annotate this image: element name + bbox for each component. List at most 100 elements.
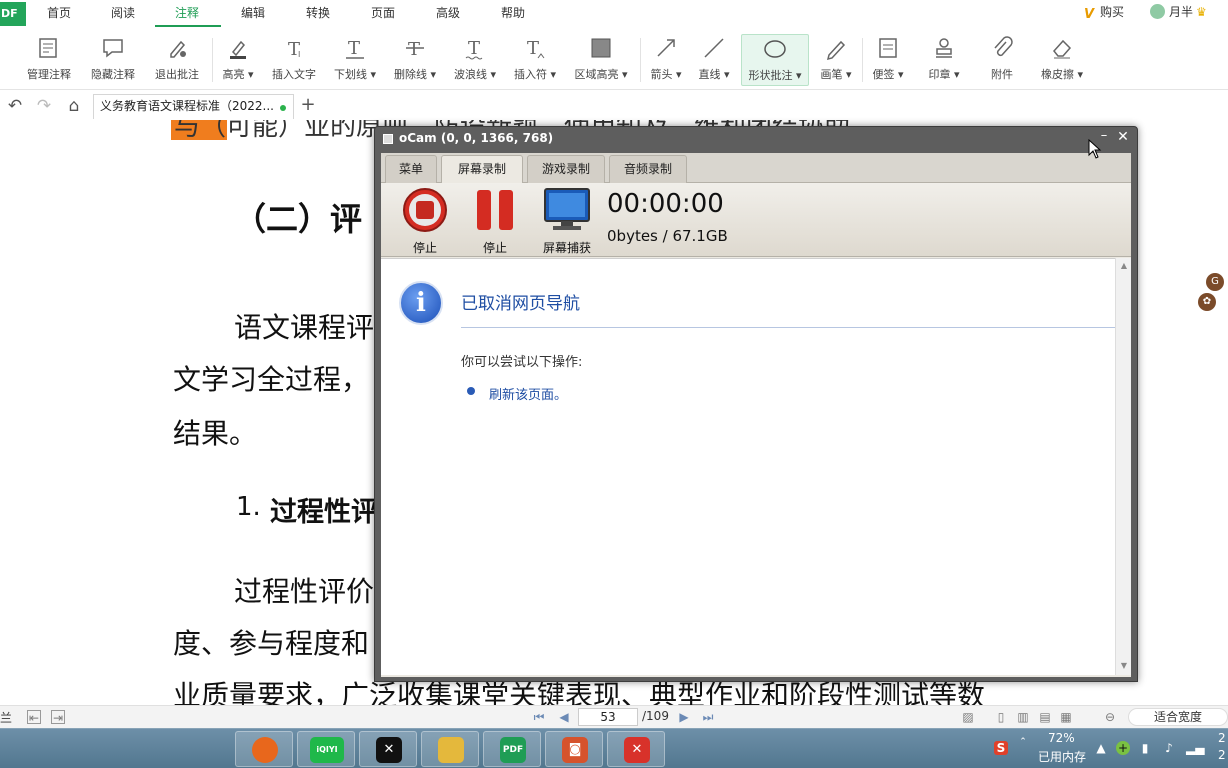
menu-read[interactable]: 阅读 — [100, 0, 146, 28]
menu-page[interactable]: 页面 — [360, 0, 406, 28]
menu-advanced[interactable]: 高级 — [425, 0, 471, 28]
single-page-icon[interactable]: ▯ — [994, 710, 1008, 724]
record-stop-button[interactable]: 停止 — [401, 187, 449, 256]
document-tab[interactable]: 义务教育语文课程标准（2022... — [93, 94, 294, 119]
folder-icon — [438, 737, 464, 763]
sticky-note-button[interactable]: 便签 ▾ — [868, 34, 908, 86]
menu-home[interactable]: 首页 — [36, 0, 82, 28]
float-widget-icon[interactable]: ✿ — [1198, 293, 1216, 311]
menu-annotate[interactable]: 注释 — [164, 0, 210, 28]
file-explorer-taskbar-button[interactable] — [421, 731, 479, 767]
pdf-editor-taskbar-button[interactable]: PDF — [483, 731, 541, 767]
scroll-down-icon[interactable]: ▼ — [1118, 660, 1130, 672]
device-icon[interactable]: ▮ — [1138, 741, 1152, 755]
float-widget-icon[interactable]: G — [1206, 273, 1224, 291]
memory-percent: 72% — [1048, 731, 1075, 745]
strikethrough-button[interactable]: T 删除线 ▾ — [390, 34, 440, 86]
next-page-icon[interactable]: ▶ — [677, 710, 691, 724]
last-page-icon[interactable]: ⏭ — [701, 710, 715, 724]
status-bar: 兰 ⇤ ⇥ ⏮ ◀ 53 /109 ▶ ⏭ ▨ ▯ ▥ ▤ ▦ ⊖ 适合宽度 — [0, 705, 1228, 728]
prev-page-icon[interactable]: ◀ — [557, 710, 571, 724]
area-highlight-button[interactable]: 区域高亮 ▾ — [570, 34, 632, 86]
user-account[interactable]: 月半 ♛ — [1150, 3, 1207, 21]
underline-button[interactable]: T 下划线 ▾ — [330, 34, 380, 86]
add-icon[interactable]: + — [1116, 741, 1130, 755]
sidebar-toggle-label[interactable]: 兰 — [0, 709, 12, 726]
capcut-taskbar-button[interactable]: ✕ — [359, 731, 417, 767]
unsaved-dot — [280, 105, 286, 111]
network-icon[interactable]: ▂▄ — [1186, 741, 1204, 755]
svg-text:T: T — [408, 39, 420, 60]
screen-capture-icon — [544, 188, 590, 230]
line-button[interactable]: 直线 ▾ — [694, 34, 734, 86]
eraser-button[interactable]: 橡皮擦 ▾ — [1036, 34, 1088, 86]
ocam-taskbar-button[interactable]: ◙ — [545, 731, 603, 767]
wps-icon: ✕ — [624, 737, 650, 763]
continuous-page-icon[interactable]: ▤ — [1038, 710, 1052, 724]
title-divider — [461, 327, 1115, 328]
tray-chevron-icon[interactable]: ⌃ — [1016, 735, 1030, 749]
menu-convert[interactable]: 转换 — [295, 0, 341, 28]
record-time: 00:00:00 — [607, 189, 724, 219]
underline-label: 下划线 ▾ — [333, 68, 377, 81]
arrow-button[interactable]: 箭头 ▾ — [646, 34, 686, 86]
stamp-icon — [936, 38, 952, 58]
caret-button[interactable]: T 插入符 ▾ — [508, 34, 562, 86]
facing-page-icon[interactable]: ▦ — [1059, 710, 1073, 724]
browser-scrollbar[interactable]: ▲ ▼ — [1115, 258, 1131, 675]
ocam-title-bar[interactable]: oCam (0, 0, 1366, 768) — [375, 127, 1137, 151]
scroll-up-icon[interactable]: ▲ — [1118, 260, 1130, 272]
taskbar: iQIYI ✕ PDF ◙ ✕ S ⌃ 72% 已用内存 ▲ + ▮ ♪ ▂▄ … — [0, 728, 1228, 768]
hide-annotations-icon — [103, 39, 123, 58]
shape-annotation-button[interactable]: 形状批注 ▾ — [741, 34, 809, 86]
expand-right-icon[interactable]: ⇥ — [51, 710, 65, 725]
hide-annotations-button[interactable]: 隐藏注释 — [86, 34, 140, 86]
iqiyi-taskbar-button[interactable]: iQIYI — [297, 731, 355, 767]
tab-audio-record[interactable]: 音频录制 — [609, 155, 687, 183]
close-icon[interactable]: ✕ — [1116, 130, 1130, 144]
home-icon[interactable]: ⌂ — [64, 96, 84, 116]
svg-text:T: T — [468, 38, 480, 59]
embedded-browser: i 已取消网页导航 你可以尝试以下操作: 刷新该页面。 — [381, 258, 1115, 675]
firefox-taskbar-button[interactable] — [235, 731, 293, 767]
pen-label: 画笔 ▾ — [820, 68, 852, 81]
add-tab-button[interactable]: + — [298, 95, 318, 115]
app-logo[interactable]: DF — [0, 2, 26, 26]
pause-button[interactable]: 停止 — [471, 187, 519, 256]
exit-annotation-icon — [170, 40, 186, 58]
doc-heading: （二）评 — [234, 200, 363, 238]
stamp-button[interactable]: 印章 ▾ — [924, 34, 964, 86]
tab-menu[interactable]: 菜单 — [385, 155, 437, 183]
arrow-icon — [657, 39, 675, 57]
hand-tool-icon[interactable]: ▨ — [961, 710, 975, 724]
tab-game-record[interactable]: 游戏录制 — [527, 155, 605, 183]
fit-width-select[interactable]: 适合宽度 — [1128, 708, 1228, 726]
attachment-button[interactable]: 附件 — [982, 34, 1022, 86]
first-page-icon[interactable]: ⏮ — [532, 710, 546, 724]
zoom-out-icon[interactable]: ⊖ — [1103, 710, 1117, 724]
show-hidden-icons-icon[interactable]: ▲ — [1094, 741, 1108, 755]
pen-button[interactable]: 画笔 ▾ — [816, 34, 856, 86]
buy-button[interactable]: V 购买 — [1084, 3, 1125, 22]
wavy-line-button[interactable]: T 波浪线 ▾ — [450, 34, 500, 86]
two-page-icon[interactable]: ▥ — [1016, 710, 1030, 724]
tab-screen-record[interactable]: 屏幕录制 — [441, 155, 523, 184]
redo-icon[interactable]: ↷ — [34, 96, 54, 116]
page-number-input[interactable]: 53 — [578, 708, 638, 726]
insert-text-button[interactable]: TI 插入文字 — [266, 34, 322, 86]
undo-icon[interactable]: ↶ — [5, 96, 25, 116]
menu-help[interactable]: 帮助 — [490, 0, 536, 28]
volume-icon[interactable]: ♪ — [1162, 741, 1176, 755]
sogou-input-icon[interactable]: S — [994, 741, 1008, 755]
menu-edit[interactable]: 编辑 — [230, 0, 276, 28]
buy-label: 购买 — [1100, 5, 1125, 19]
collapse-left-icon[interactable]: ⇤ — [27, 710, 41, 725]
doc-para1-line3: 结果。 — [173, 417, 258, 450]
screen-capture-button[interactable]: 屏幕捕获 — [539, 187, 595, 256]
manage-annotations-button[interactable]: 管理注释 — [22, 34, 76, 86]
refresh-page-link[interactable]: 刷新该页面。 — [489, 384, 567, 403]
exit-annotation-button[interactable]: 退出批注 — [150, 34, 204, 86]
manage-annotations-label: 管理注释 — [27, 68, 71, 81]
wps-taskbar-button[interactable]: ✕ — [607, 731, 665, 767]
highlight-button[interactable]: 高亮 ▾ — [218, 34, 258, 86]
